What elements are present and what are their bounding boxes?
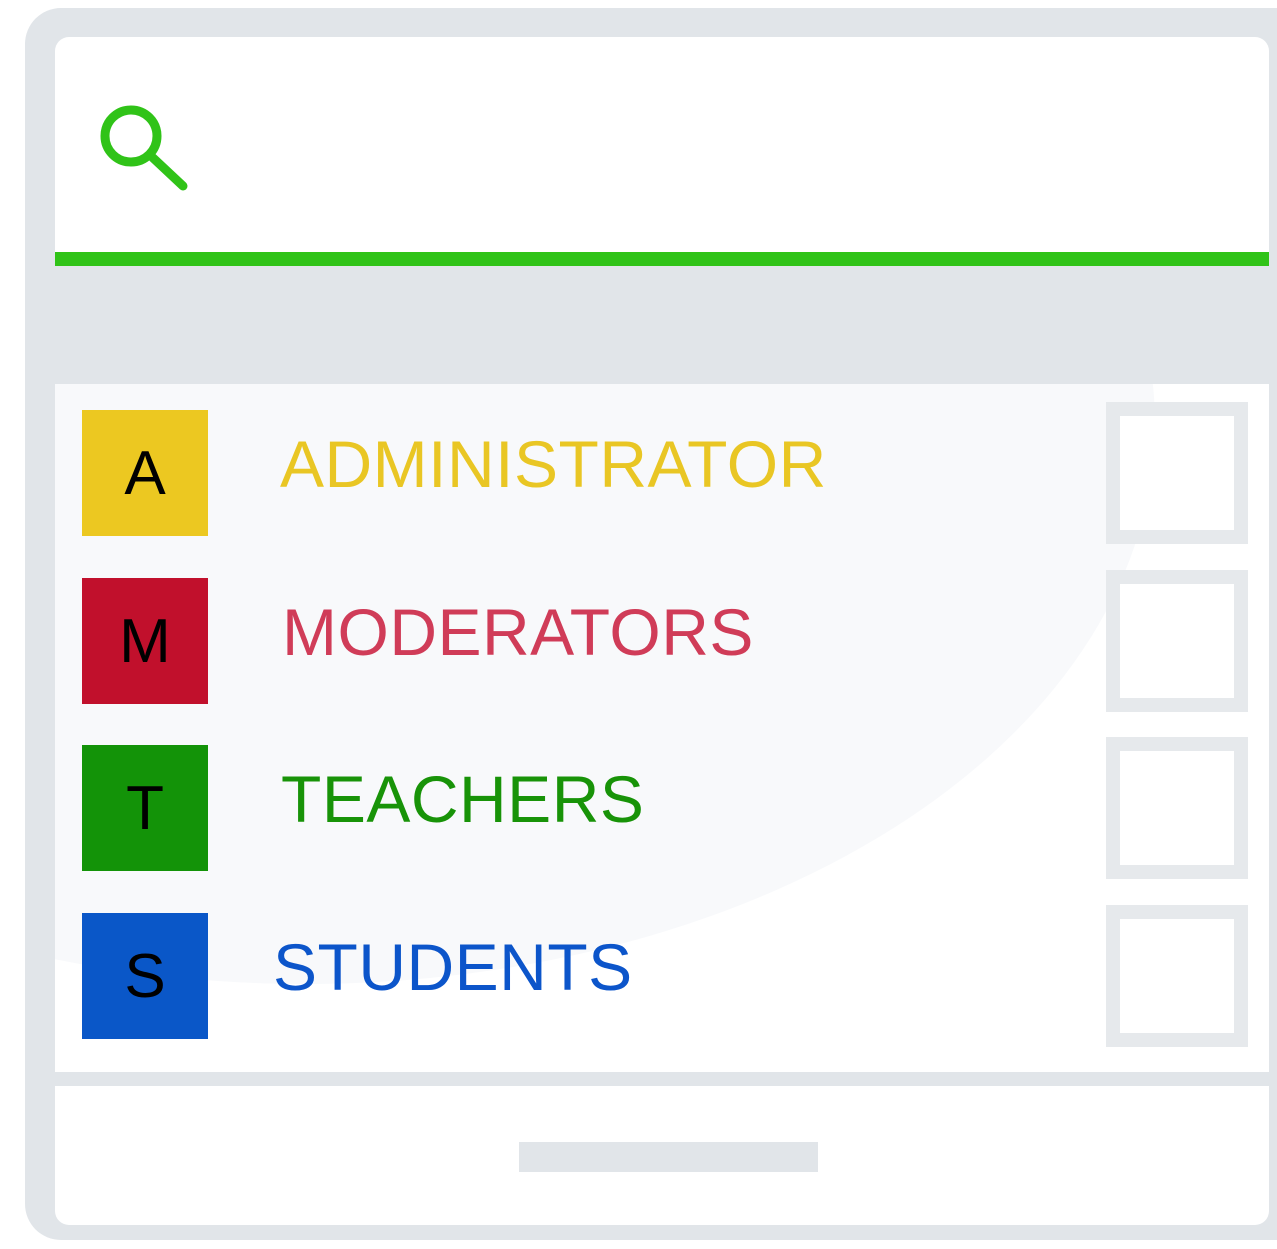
- search-input[interactable]: [220, 110, 1224, 182]
- role-row-students[interactable]: S STUDENTS: [55, 887, 1269, 1047]
- role-checkbox-moderators[interactable]: [1106, 570, 1248, 712]
- role-badge-teachers: T: [82, 745, 208, 871]
- role-initial: T: [126, 773, 164, 843]
- role-checkbox-teachers[interactable]: [1106, 737, 1248, 879]
- search-icon[interactable]: [95, 98, 195, 198]
- footer-bar: [55, 1086, 1269, 1225]
- role-initial: A: [124, 438, 166, 508]
- role-label-teachers: TEACHERS: [281, 762, 645, 836]
- role-badge-moderators: M: [82, 578, 208, 704]
- footer-handle: [519, 1142, 818, 1172]
- role-checkbox-students[interactable]: [1106, 905, 1248, 1047]
- role-badge-students: S: [82, 913, 208, 1039]
- role-initial: S: [124, 941, 166, 1011]
- role-label-moderators: MODERATORS: [282, 595, 754, 669]
- role-row-administrator[interactable]: A ADMINISTRATOR: [55, 384, 1269, 544]
- role-label-administrator: ADMINISTRATOR: [280, 427, 827, 501]
- role-row-moderators[interactable]: M MODERATORS: [55, 552, 1269, 712]
- search-underline: [55, 252, 1269, 266]
- role-list: A ADMINISTRATOR M MODERATORS T TEACHERS …: [55, 384, 1269, 1072]
- role-row-teachers[interactable]: T TEACHERS: [55, 719, 1269, 879]
- role-initial: M: [119, 606, 171, 676]
- role-checkbox-administrator[interactable]: [1106, 402, 1248, 544]
- role-badge-administrator: A: [82, 410, 208, 536]
- role-label-students: STUDENTS: [273, 930, 633, 1004]
